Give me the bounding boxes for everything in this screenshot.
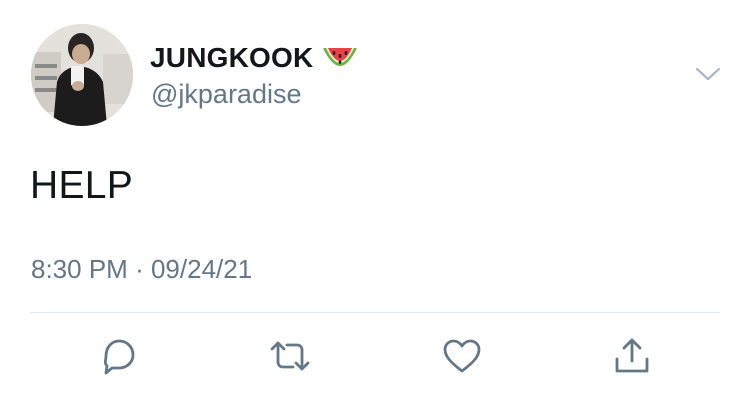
retweet-button[interactable]	[268, 336, 312, 376]
chevron-down-icon[interactable]	[694, 64, 722, 84]
share-icon	[615, 338, 649, 373]
timestamp-separator: ·	[135, 254, 144, 284]
display-name-text: JUNGKOOK	[150, 42, 314, 73]
avatar-image	[31, 24, 133, 126]
tweet-time: 8:30 PM	[31, 254, 128, 284]
avatar[interactable]	[31, 24, 133, 126]
heart-icon	[443, 339, 481, 373]
watermelon-icon	[321, 42, 359, 74]
reply-icon	[103, 339, 135, 375]
divider	[30, 312, 720, 313]
tweet-timestamp[interactable]: 8:30 PM · 09/24/21	[31, 254, 252, 285]
display-name[interactable]: JUNGKOOK	[150, 42, 359, 74]
reply-button[interactable]	[97, 336, 141, 376]
tweet-card: JUNGKOOK @jkparadise HELP 8:30 PM · 09/2…	[0, 0, 750, 401]
like-button[interactable]	[440, 336, 484, 376]
share-button[interactable]	[610, 336, 654, 376]
user-handle[interactable]: @jkparadise	[151, 79, 301, 110]
retweet-icon	[270, 341, 310, 371]
tweet-text: HELP	[30, 164, 134, 207]
tweet-date: 09/24/21	[150, 254, 253, 284]
